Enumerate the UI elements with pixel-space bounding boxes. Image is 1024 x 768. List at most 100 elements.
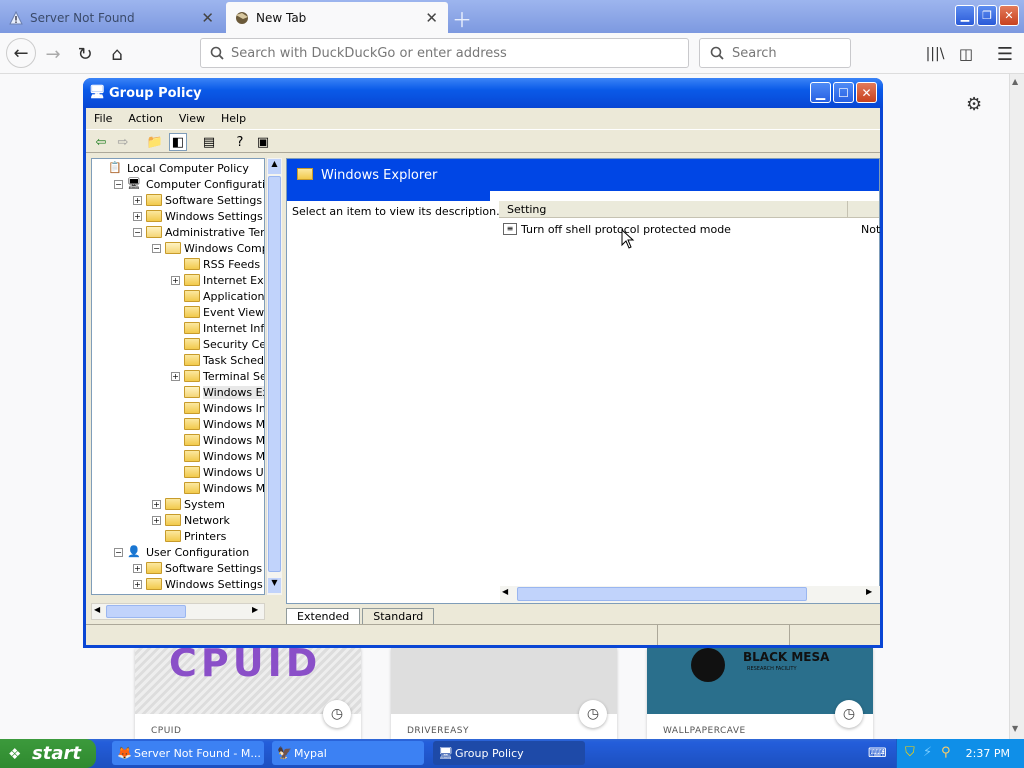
details-hscroll-thumb[interactable] <box>517 587 807 601</box>
keyboard-icon[interactable]: ⌨ <box>868 746 887 761</box>
menu-file[interactable]: File <box>94 112 112 125</box>
collapse-icon[interactable]: − <box>114 547 123 557</box>
scroll-left-icon[interactable]: ◀ <box>94 605 100 614</box>
collapse-icon[interactable]: − <box>152 243 161 253</box>
search-tray-icon[interactable]: ⚲ <box>941 745 951 760</box>
scroll-up-icon[interactable]: ▲ <box>1012 77 1018 86</box>
help-icon[interactable]: ? <box>231 133 249 151</box>
setting-row[interactable]: ≡ Turn off shell protocol protected mode… <box>503 221 880 237</box>
expand-icon[interactable]: + <box>171 275 180 285</box>
task-group-policy[interactable]: 🖥 Group Policy <box>433 741 585 765</box>
home-icon[interactable]: ⌂ <box>104 41 130 67</box>
tab-extended[interactable]: Extended <box>286 608 361 624</box>
close-tab-icon[interactable]: ✕ <box>201 9 214 27</box>
task-server-not-found[interactable]: 🦊 Server Not Found - M... <box>112 741 264 765</box>
restore-icon[interactable]: ❐ <box>977 5 997 26</box>
scroll-down-icon[interactable]: ▼ <box>1012 724 1018 733</box>
console-icon[interactable]: ▣ <box>254 133 272 151</box>
tree-item[interactable]: −🖥 Computer Configuration <box>114 176 264 192</box>
close-icon[interactable]: ✕ <box>856 82 877 103</box>
reload-icon[interactable]: ↻ <box>72 41 98 67</box>
column-header-setting[interactable]: Setting <box>499 201 879 218</box>
collapse-icon[interactable]: − <box>133 227 142 237</box>
close-tab-icon[interactable]: ✕ <box>425 9 438 27</box>
up-folder-icon[interactable]: 📁 <box>146 133 164 151</box>
top-site-tile-wallpapercave[interactable]: BLACK MESA RESEARCH FACILITY WALLPAPERCA… <box>647 648 873 739</box>
maximize-icon[interactable]: ☐ <box>833 82 854 103</box>
scroll-right-icon[interactable]: ▶ <box>252 605 258 614</box>
scroll-down-icon[interactable]: ▼ <box>268 578 281 593</box>
hamburger-menu-icon[interactable]: ☰ <box>992 41 1018 67</box>
tree-item[interactable]: + Windows Settings <box>133 576 263 592</box>
forward-arrow-icon[interactable]: → <box>40 41 66 67</box>
task-mypal[interactable]: 🦅 Mypal <box>272 741 424 765</box>
tree-item[interactable]: + Windows Settings <box>133 208 263 224</box>
address-bar[interactable]: Search with DuckDuckGo or enter address <box>200 38 689 68</box>
menu-view[interactable]: View <box>179 112 205 125</box>
tree-item[interactable]: + System <box>152 496 225 512</box>
back-arrow-icon[interactable]: ← <box>6 38 36 68</box>
details-horizontal-scrollbar[interactable]: ◀ ▶ <box>500 586 880 603</box>
collapse-icon[interactable]: − <box>114 179 123 189</box>
close-window-icon[interactable]: ✕ <box>999 5 1019 26</box>
tree-item[interactable]: + Software Settings <box>133 560 262 576</box>
tree-item[interactable]: Printers <box>152 528 226 544</box>
export-list-icon[interactable]: ▤ <box>200 133 218 151</box>
tree-item[interactable]: Task Scheduler <box>171 352 264 368</box>
expand-icon[interactable]: + <box>133 211 142 221</box>
expand-icon[interactable]: + <box>152 499 161 509</box>
tree-item[interactable]: Windows Movie Maker <box>171 448 264 464</box>
network-icon[interactable]: ⚡ <box>923 745 932 760</box>
minimize-icon[interactable]: ▁ <box>810 82 831 103</box>
window-title-bar[interactable]: 🖥 Group Policy ▁ ☐ ✕ <box>83 78 883 108</box>
forward-arrow-icon[interactable]: ⇨ <box>114 133 132 151</box>
tree-item[interactable]: Windows Media Player <box>171 480 264 496</box>
search-box[interactable]: Search <box>699 38 851 68</box>
tree-item[interactable]: Application Compatibility <box>171 288 264 304</box>
top-site-tile-drivereasy[interactable]: DRIVEREASY ◷ <box>391 648 617 739</box>
tree-item[interactable]: Windows Update <box>171 464 264 480</box>
tree-item[interactable]: Internet Information Services <box>171 320 264 336</box>
show-hide-tree-icon[interactable]: ◧ <box>169 133 187 151</box>
scroll-left-icon[interactable]: ◀ <box>502 587 508 596</box>
tree-item[interactable]: + Network <box>152 512 230 528</box>
expand-icon[interactable]: + <box>152 515 161 525</box>
tree-item[interactable]: Windows Messenger <box>171 416 264 432</box>
tree-item[interactable]: + Terminal Services <box>171 368 264 384</box>
expand-icon[interactable]: + <box>171 371 180 381</box>
tree-item[interactable]: Event Viewer <box>171 304 264 320</box>
page-scrollbar[interactable]: ▲ ▼ <box>1009 74 1024 739</box>
menu-action[interactable]: Action <box>128 112 162 125</box>
column-divider[interactable] <box>847 201 848 217</box>
tree-item[interactable]: 📋 Local Computer Policy <box>95 160 249 176</box>
tree-horizontal-scrollbar[interactable]: ◀ ▶ <box>91 603 265 620</box>
security-shield-icon[interactable]: ⛉ <box>905 745 915 760</box>
expand-icon[interactable]: + <box>133 579 142 589</box>
menu-help[interactable]: Help <box>221 112 246 125</box>
tree-vertical-scrollbar[interactable]: ▲ ▼ <box>266 158 282 595</box>
tree-hscroll-thumb[interactable] <box>106 605 186 618</box>
sidebar-icon[interactable]: ◫ <box>953 41 979 67</box>
expand-icon[interactable]: + <box>133 563 142 573</box>
tree-scroll-thumb[interactable] <box>268 176 281 572</box>
settings-gear-icon[interactable]: ⚙ <box>966 94 982 115</box>
tab-server-not-found[interactable]: Server Not Found ✕ <box>0 2 224 33</box>
back-arrow-icon[interactable]: ⇦ <box>92 133 110 151</box>
start-button[interactable]: ❖ start <box>0 739 96 768</box>
tree-item[interactable]: Security Center <box>171 336 264 352</box>
expand-icon[interactable]: + <box>133 195 142 205</box>
tree-item[interactable]: − 👤 User Configuration <box>114 544 249 560</box>
tree-item[interactable]: + Internet Explorer <box>171 272 264 288</box>
scroll-right-icon[interactable]: ▶ <box>866 587 872 596</box>
tree-item[interactable]: − Windows Components <box>152 240 264 256</box>
tree-item[interactable]: + Software Settings <box>133 192 262 208</box>
tree-item[interactable]: Windows Explorer <box>171 384 264 400</box>
scroll-up-icon[interactable]: ▲ <box>268 159 281 174</box>
tab-new-tab[interactable]: New Tab ✕ <box>226 2 448 33</box>
tree-item[interactable]: − Administrative Templates <box>133 224 264 240</box>
tree-item[interactable]: RSS Feeds <box>171 256 260 272</box>
tree-item[interactable]: +Administrative Templates <box>133 592 264 595</box>
top-site-tile-cpuid[interactable]: CPUID CPUID ◷ <box>135 644 361 739</box>
library-icon[interactable]: |||\ <box>922 41 948 67</box>
tree-item[interactable]: Windows Media Digital Rights Management <box>171 432 264 448</box>
